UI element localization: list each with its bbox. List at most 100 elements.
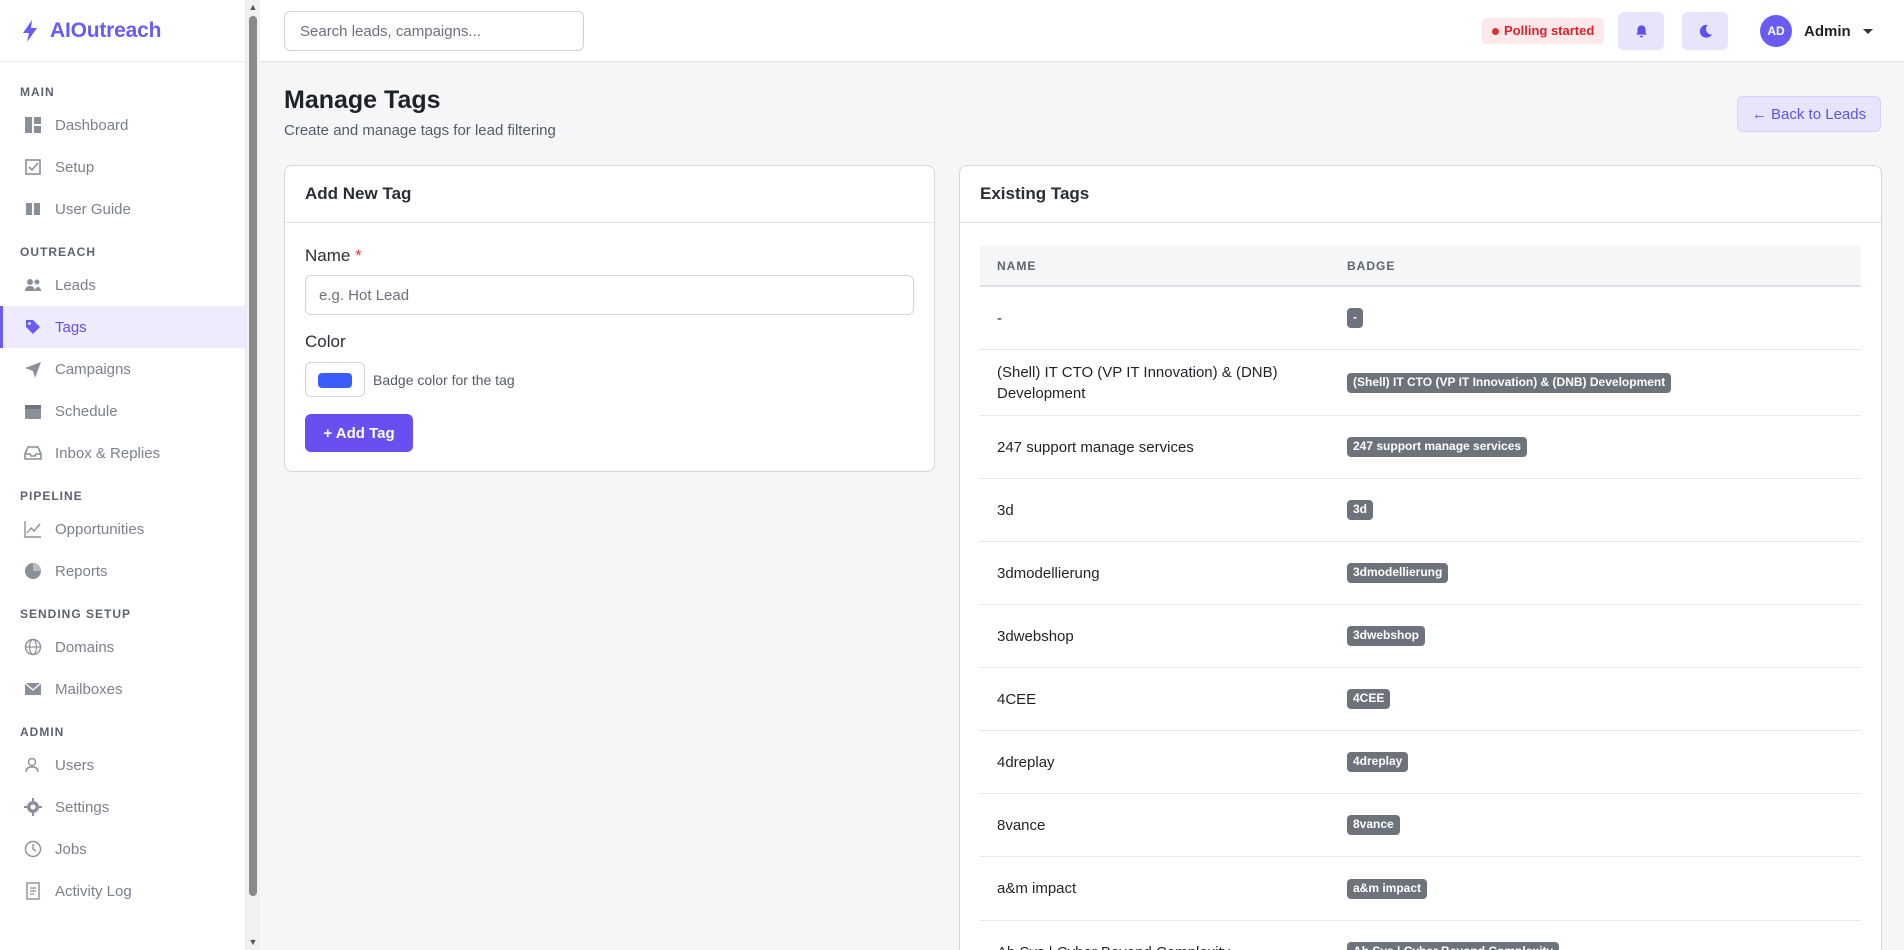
sidebar-item-tags[interactable]: Tags (0, 306, 245, 348)
sidebar-item-label: Mailboxes (55, 680, 123, 698)
tag-badge-cell: (Shell) IT CTO (VP IT Innovation) & (DNB… (1347, 372, 1861, 393)
status-badge: Polling started (1482, 18, 1605, 44)
sidebar-item-label: Reports (55, 562, 108, 580)
table-row: - - (980, 287, 1861, 350)
tag-badge-cell: 4dreplay (1347, 752, 1861, 772)
chevron-down-icon (1862, 28, 1873, 34)
table-row: 3dwebshop 3dwebshop (980, 605, 1861, 668)
tag-badge-cell: Ab Sys | Cyber Beyond Complexity (1347, 942, 1861, 950)
table-row: a&m impact a&m impact (980, 857, 1861, 921)
sidebar-item-label: Schedule (55, 402, 118, 420)
sidebar-item-label: Dashboard (55, 116, 129, 134)
tag-badge: (Shell) IT CTO (VP IT Innovation) & (DNB… (1347, 372, 1672, 393)
tag-badge-cell: 8vance (1347, 815, 1861, 835)
sidebar-item-opportunities[interactable]: Opportunities (0, 508, 245, 550)
bolt-icon (23, 19, 37, 42)
sidebar-item-reports[interactable]: Reports (0, 550, 245, 592)
sidebar-item-label: Activity Log (55, 882, 132, 900)
sidebar-item-label: Settings (55, 798, 110, 816)
sidebar-item-setup[interactable]: Setup (0, 146, 245, 188)
tag-name: 8vance (997, 816, 1046, 834)
dashboard-icon (23, 115, 43, 135)
tag-badge-cell: 4CEE (1347, 689, 1861, 709)
theme-toggle-button[interactable] (1682, 12, 1728, 50)
tag-name: Ab Sys | Cyber Beyond Complexity (980, 942, 1347, 950)
sidebar-item-users[interactable]: Users (0, 744, 245, 786)
add-tag-card-title: Add New Tag (285, 166, 934, 223)
page-title: Manage Tags (284, 86, 441, 114)
sidebar-item-label: Leads (55, 276, 96, 294)
table-row: 4CEE 4CEE (980, 668, 1861, 731)
sidebar-item-activity-log[interactable]: Activity Log (0, 870, 245, 912)
table-row: 3d 3d (980, 479, 1861, 542)
tag-name-input[interactable] (305, 275, 914, 315)
table-body: - - (Shell) IT CTO (VP IT Innovation) & … (980, 287, 1861, 950)
tags-table: NAME BADGE - - (Shell) IT CTO (VP IT Inn… (980, 246, 1861, 950)
globe-icon (23, 637, 43, 657)
tag-name: 4dreplay (997, 753, 1055, 771)
sidebar-item-label: Tags (55, 318, 87, 336)
table-header: NAME BADGE (980, 246, 1861, 287)
app-name: AIOutreach (50, 18, 162, 42)
tag-name: 3dwebshop (997, 627, 1074, 645)
scroll-up-arrow-icon[interactable]: ▲ (248, 2, 258, 12)
users-icon (23, 275, 43, 295)
sidebar-item-schedule[interactable]: Schedule (0, 390, 245, 432)
back-to-leads-button[interactable]: ← Back to Leads (1737, 96, 1881, 132)
sidebar-item-user-guide[interactable]: User Guide (0, 188, 245, 230)
existing-tags-card: Existing Tags NAME BADGE - - (Shell) IT … (959, 165, 1882, 950)
scroll-down-arrow-icon[interactable]: ▼ (248, 937, 258, 947)
column-header-name: NAME (997, 258, 1037, 273)
chart-line-icon (23, 519, 43, 539)
sidebar-scrollbar[interactable]: ▲ ▼ (246, 0, 260, 950)
table-row: Ab Sys | Cyber Beyond Complexity Ab Sys … (980, 921, 1861, 950)
add-tag-button[interactable]: + Add Tag (305, 414, 413, 452)
user-menu[interactable]: AD Admin (1760, 15, 1873, 47)
table-row: 4dreplay 4dreplay (980, 731, 1861, 794)
brand[interactable]: AIOutreach (0, 0, 245, 62)
color-label: Color (305, 332, 346, 351)
tag-name: a&m impact (997, 880, 1077, 897)
sidebar-item-domains[interactable]: Domains (0, 626, 245, 668)
tag-name: (Shell) IT CTO (VP IT Innovation) & (DNB… (997, 363, 1278, 402)
sidebar-item-jobs[interactable]: Jobs (0, 828, 245, 870)
search-input[interactable] (284, 11, 584, 51)
topbar: Polling started AD Admin (260, 0, 1904, 62)
color-swatch (318, 373, 352, 388)
tag-badge-cell: 3dmodellierung (1347, 563, 1861, 583)
sidebar-item-mailboxes[interactable]: Mailboxes (0, 668, 245, 710)
nav-section-title: MAIN (20, 85, 55, 99)
sidebar-item-campaigns[interactable]: Campaigns (0, 348, 245, 390)
sidebar-item-label: Domains (55, 638, 115, 656)
sidebar-item-dashboard[interactable]: Dashboard (0, 104, 245, 146)
color-picker[interactable] (305, 362, 365, 397)
tag-name: 3dmodellierung (997, 564, 1100, 582)
tag-badge-cell: 3d (1347, 500, 1861, 520)
tag-badge: Ab Sys | Cyber Beyond Complexity (1347, 942, 1560, 950)
checkbox-icon (23, 157, 43, 177)
sidebar-item-leads[interactable]: Leads (0, 264, 245, 306)
sidebar-item-label: Inbox & Replies (55, 444, 161, 462)
existing-tags-title: Existing Tags (960, 166, 1881, 223)
inbox-icon (23, 443, 43, 463)
notifications-button[interactable] (1618, 12, 1664, 50)
tag-badge: - (1347, 308, 1363, 328)
required-marker: * (355, 246, 362, 265)
book-icon (23, 199, 43, 219)
log-icon (23, 881, 43, 901)
tag-badge-cell: 247 support manage services (1347, 437, 1861, 457)
sidebar-item-label: Users (55, 756, 95, 774)
color-hint: Badge color for the tag (373, 372, 515, 388)
tag-badge: 247 support manage services (1347, 437, 1528, 457)
tag-badge: 3dwebshop (1347, 626, 1426, 646)
tag-name: 4CEE (997, 690, 1037, 708)
tag-name: 3d (997, 501, 1014, 519)
sidebar-item-inbox-replies[interactable]: Inbox & Replies (0, 432, 245, 474)
scrollbar-thumb[interactable] (249, 16, 257, 896)
tag-icon (23, 317, 43, 337)
column-header-badge: BADGE (1347, 258, 1396, 273)
sidebar-item-settings[interactable]: Settings (0, 786, 245, 828)
add-tag-card: Add New Tag Name * Color Badge color for… (284, 165, 935, 472)
avatar: AD (1760, 15, 1792, 47)
sidebar-item-label: User Guide (55, 200, 131, 218)
